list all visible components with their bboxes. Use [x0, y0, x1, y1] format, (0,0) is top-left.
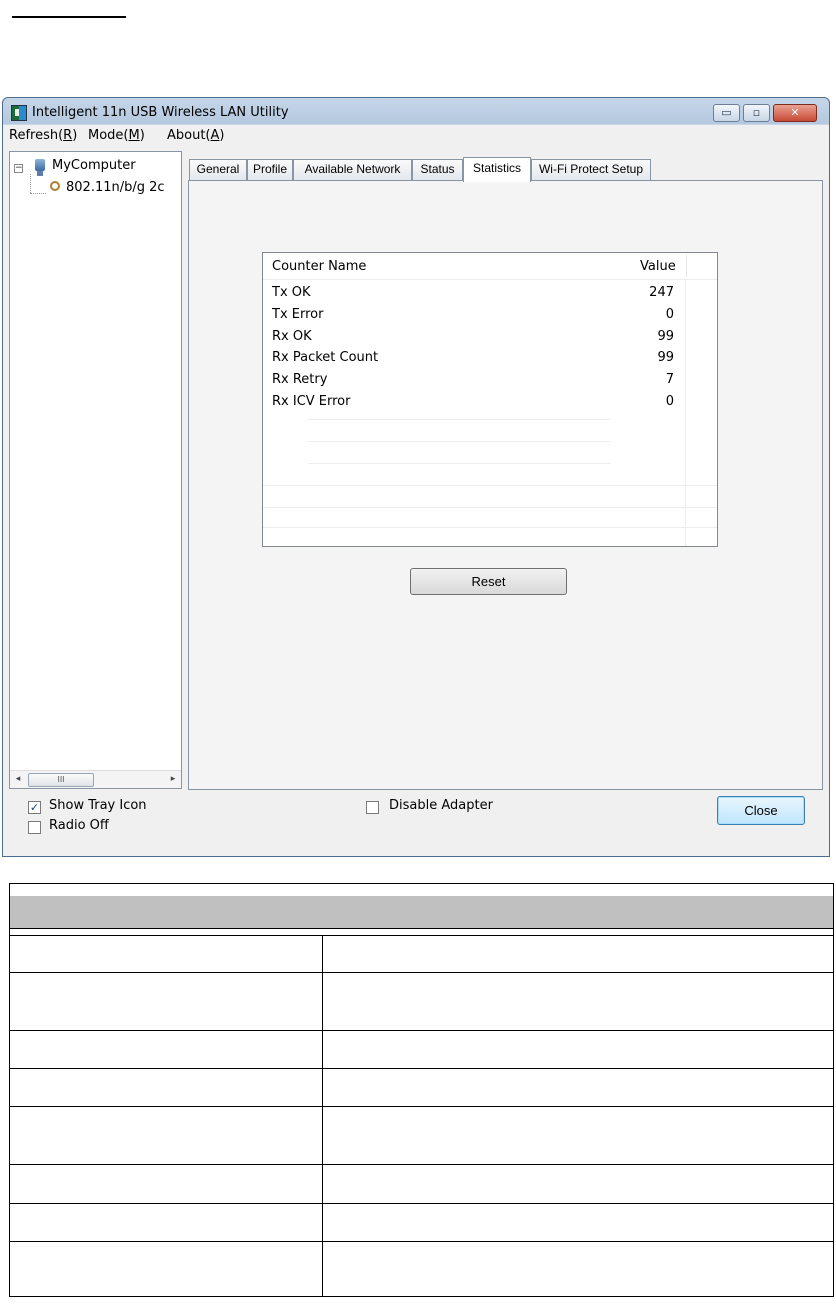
grid-line: [308, 441, 611, 442]
counter-value: 0: [665, 307, 674, 322]
table-header: Counter Name Value: [263, 253, 717, 280]
column-divider[interactable]: [686, 255, 687, 277]
grid-line: [308, 419, 611, 420]
counter-name: Tx OK: [272, 285, 311, 300]
table-rule: [10, 1030, 833, 1031]
table-rule: [10, 972, 833, 973]
statistics-panel: Counter Name Value Tx OK 247 Tx Error 0 …: [188, 180, 823, 790]
grid-line: [685, 279, 686, 546]
window-close-button[interactable]: ✕: [773, 104, 817, 122]
app-icon: [11, 105, 27, 121]
device-tree[interactable]: − MyComputer 802.11n/b/g 2c ◂ III ▸: [9, 151, 182, 789]
table-row: Tx Error 0: [263, 305, 717, 326]
collapse-icon[interactable]: −: [14, 164, 23, 173]
tree-horizontal-scrollbar[interactable]: ◂ III ▸: [10, 770, 181, 788]
utility-window: Intelligent 11n USB Wireless LAN Utility…: [2, 97, 830, 857]
title-bar[interactable]: Intelligent 11n USB Wireless LAN Utility…: [3, 98, 829, 125]
close-button[interactable]: Close: [717, 796, 805, 825]
menu-refresh[interactable]: Refresh(R): [9, 128, 77, 143]
scroll-left-icon[interactable]: ◂: [10, 771, 26, 788]
grid-line: [263, 485, 717, 486]
table-rule: [10, 1068, 833, 1069]
table-rule: [10, 928, 833, 929]
radio-off-label[interactable]: Radio Off: [49, 818, 109, 833]
maximize-button[interactable]: ▫: [743, 104, 770, 122]
table-row: Rx Packet Count 99: [263, 348, 717, 369]
statistics-table: Counter Name Value Tx OK 247 Tx Error 0 …: [262, 252, 718, 547]
counter-value: 99: [657, 329, 674, 344]
grid-line: [263, 527, 717, 528]
table-rule: [10, 1241, 833, 1242]
tree-item-mycomputer[interactable]: MyComputer: [52, 158, 136, 173]
grid-line: [263, 279, 717, 280]
table-row: Rx ICV Error 0: [263, 392, 717, 413]
tab-statistics[interactable]: Statistics: [463, 157, 531, 182]
radio-off-checkbox[interactable]: [28, 821, 41, 834]
counter-value: 0: [665, 394, 674, 409]
grid-line: [263, 507, 717, 508]
counter-name: Rx Packet Count: [272, 350, 379, 365]
tab-wifi-protect-setup[interactable]: Wi-Fi Protect Setup: [531, 159, 651, 180]
counter-name: Rx ICV Error: [272, 394, 351, 409]
counter-name: Tx Error: [272, 307, 324, 322]
tab-status[interactable]: Status: [412, 159, 463, 180]
disable-adapter-checkbox[interactable]: [366, 801, 379, 814]
scroll-thumb[interactable]: III: [28, 773, 94, 787]
adapter-icon: [50, 181, 60, 191]
column-header-value[interactable]: Value: [640, 259, 676, 274]
heading-underline: [12, 16, 126, 18]
table-header-band: [10, 896, 833, 928]
tree-connector: [30, 193, 46, 194]
tab-available-network[interactable]: Available Network: [293, 159, 412, 180]
minimize-button[interactable]: ▭: [713, 104, 740, 122]
table-rule: [10, 1203, 833, 1204]
computer-icon: [34, 159, 48, 177]
table-rule: [10, 1106, 833, 1107]
menu-mode[interactable]: Mode(M): [88, 128, 145, 143]
disable-adapter-label[interactable]: Disable Adapter: [389, 798, 493, 813]
table-row: Rx OK 99: [263, 327, 717, 348]
menu-about[interactable]: About(A): [167, 128, 225, 143]
menu-bar: Refresh(R) Mode(M) About(A): [3, 125, 829, 147]
tree-item-adapter[interactable]: 802.11n/b/g 2c: [66, 180, 165, 195]
show-tray-icon-checkbox[interactable]: ✓: [28, 801, 41, 814]
counter-value: 247: [649, 285, 674, 300]
scroll-right-icon[interactable]: ▸: [165, 771, 181, 788]
window-title: Intelligent 11n USB Wireless LAN Utility: [32, 105, 289, 120]
counter-name: Rx Retry: [272, 372, 328, 387]
tab-profile[interactable]: Profile: [247, 159, 293, 180]
table-column-divider: [322, 936, 323, 1296]
table-row: Rx Retry 7: [263, 370, 717, 391]
counter-name: Rx OK: [272, 329, 312, 344]
table-rule: [10, 1164, 833, 1165]
reset-button[interactable]: Reset: [410, 568, 567, 595]
show-tray-icon-label[interactable]: Show Tray Icon: [49, 798, 147, 813]
grid-line: [308, 463, 611, 464]
document-table: [9, 883, 834, 1297]
tab-general[interactable]: General: [189, 159, 247, 180]
client-area: − MyComputer 802.11n/b/g 2c ◂ III ▸ Gene…: [3, 147, 829, 856]
table-rule: [10, 935, 833, 936]
tree-connector: [30, 174, 31, 193]
counter-value: 7: [665, 372, 674, 387]
column-header-counter-name[interactable]: Counter Name: [272, 259, 366, 274]
table-row: Tx OK 247: [263, 283, 717, 304]
counter-value: 99: [657, 350, 674, 365]
